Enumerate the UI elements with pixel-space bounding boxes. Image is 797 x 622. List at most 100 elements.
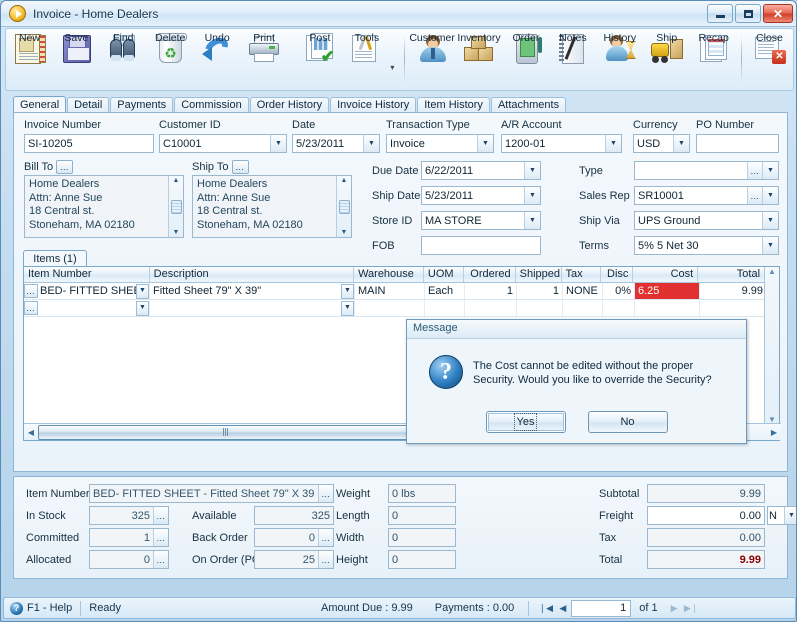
back-order-field[interactable]: 0 … [254, 528, 334, 547]
toolbar-button-ship[interactable]: Ship [643, 31, 690, 89]
toolbar-button-close[interactable]: ✕ Close [746, 31, 793, 89]
scroll-down-icon[interactable]: ▼ [173, 229, 180, 236]
type-lookup-button[interactable]: … [747, 162, 762, 179]
help-hint[interactable]: ? F1 - Help [10, 601, 72, 615]
tab-general[interactable]: General [13, 96, 67, 113]
ship-to-scrollbar[interactable]: ▲ ▼ [336, 176, 351, 237]
tools-dropdown-caret-icon[interactable]: ▾ [390, 63, 399, 72]
col-description[interactable]: Description [150, 267, 355, 282]
type-combo[interactable]: … ▼ [634, 161, 779, 180]
col-total[interactable]: Total [698, 267, 764, 282]
page-number-input[interactable]: 1 [571, 599, 632, 617]
toolbar-button-history[interactable]: History [596, 31, 643, 89]
close-button[interactable]: ✕ [763, 4, 793, 23]
bill-to-scrollbar[interactable]: ▲ ▼ [168, 176, 183, 237]
cell-shipped[interactable] [517, 300, 563, 316]
cell-total[interactable] [700, 300, 766, 316]
tab-invoice-history[interactable]: Invoice History [330, 97, 417, 113]
chevron-down-icon[interactable]: ▼ [341, 300, 354, 316]
col-item-number[interactable]: Item Number [24, 267, 150, 282]
toolbar-button-recap[interactable]: Recap [690, 31, 737, 89]
customer-id-combo[interactable]: C10001 ▼ [159, 134, 287, 153]
ar-account-combo[interactable]: 1200-01 ▼ [501, 134, 622, 153]
on-order-lookup-button[interactable]: … [318, 551, 333, 568]
scroll-right-icon[interactable]: ▶ [767, 428, 781, 437]
tab-item-history[interactable]: Item History [417, 97, 490, 113]
cell-cost[interactable]: 6.25 [635, 283, 700, 299]
chevron-down-icon[interactable]: ▼ [784, 507, 796, 524]
po-number-input[interactable] [696, 134, 779, 153]
sales-rep-lookup-button[interactable]: … [747, 187, 762, 204]
in-stock-field[interactable]: 325 … [89, 506, 169, 525]
nav-first-button[interactable]: ❘◀ [537, 603, 554, 614]
date-combo[interactable]: 5/23/2011 ▼ [292, 134, 380, 153]
table-row[interactable]: … ▼ ▼ [24, 300, 779, 317]
chevron-down-icon[interactable]: ▼ [762, 187, 778, 204]
cell-disc[interactable]: 0% [603, 283, 635, 299]
toolbar-button-print[interactable]: Print [241, 31, 288, 89]
ship-to-address[interactable]: Home Dealers Attn: Anne Sue 18 Central s… [192, 175, 352, 238]
cell-total[interactable]: 9.99 [700, 283, 766, 299]
col-shipped[interactable]: Shipped [516, 267, 562, 282]
detail-item-number-field[interactable]: BED- FITTED SHEET - Fitted Sheet 79" X 3… [89, 484, 334, 503]
freight-type-combo[interactable]: N ▼ [767, 506, 796, 525]
due-date-combo[interactable]: 6/22/2011 ▼ [421, 161, 541, 180]
sales-rep-combo[interactable]: SR10001 … ▼ [634, 186, 779, 205]
ship-via-combo[interactable]: UPS Ground ▼ [634, 211, 779, 230]
tab-order-history[interactable]: Order History [249, 97, 330, 113]
chevron-down-icon[interactable]: ▼ [762, 212, 778, 229]
table-row[interactable]: … BED- FITTED SHEE ▼ Fitted Sheet 79" X … [24, 283, 779, 300]
in-stock-lookup-button[interactable]: … [153, 507, 168, 524]
cell-cost[interactable] [635, 300, 700, 316]
cell-item-number[interactable]: … ▼ [24, 300, 150, 316]
cell-tax[interactable] [563, 300, 603, 316]
scroll-thumb[interactable] [338, 199, 350, 214]
cell-warehouse[interactable]: MAIN [355, 283, 425, 299]
chevron-down-icon[interactable]: ▼ [136, 300, 149, 316]
fob-input[interactable] [421, 236, 541, 255]
cell-uom[interactable] [425, 300, 465, 316]
ship-date-combo[interactable]: 5/23/2011 ▼ [421, 186, 541, 205]
toolbar-button-notes[interactable]: Notes [549, 31, 596, 89]
scroll-thumb[interactable] [38, 424, 413, 440]
committed-lookup-button[interactable]: … [153, 529, 168, 546]
col-tax[interactable]: Tax [562, 267, 602, 282]
cell-shipped[interactable]: 1 [517, 283, 563, 299]
nav-last-button[interactable]: ▶❘ [683, 603, 700, 614]
bill-to-address[interactable]: Home Dealers Attn: Anne Sue 18 Central s… [24, 175, 184, 238]
back-order-lookup-button[interactable]: … [318, 529, 333, 546]
scroll-up-icon[interactable]: ▲ [341, 177, 348, 184]
currency-combo[interactable]: USD ▼ [633, 134, 690, 153]
cell-tax[interactable]: NONE [563, 283, 603, 299]
chevron-down-icon[interactable]: ▼ [270, 135, 286, 152]
scroll-down-icon[interactable]: ▼ [341, 229, 348, 236]
nav-next-button[interactable]: ▶ [666, 603, 683, 614]
store-id-combo[interactable]: MA STORE ▼ [421, 211, 541, 230]
maximize-button[interactable] [735, 4, 761, 23]
chevron-down-icon[interactable]: ▼ [136, 283, 149, 299]
chevron-down-icon[interactable]: ▼ [477, 135, 493, 152]
cell-description[interactable]: Fitted Sheet 79" X 39" ▼ [150, 283, 355, 299]
toolbar-button-post[interactable]: ✔ Post [296, 31, 343, 89]
committed-field[interactable]: 1 … [89, 528, 169, 547]
toolbar-button-inventory[interactable]: Inventory [456, 31, 503, 89]
items-subtab[interactable]: Items (1) [23, 250, 87, 267]
col-warehouse[interactable]: Warehouse [354, 267, 424, 282]
yes-button[interactable]: Yes [485, 411, 566, 433]
detail-item-lookup-button[interactable]: … [318, 485, 333, 502]
minimize-button[interactable] [707, 4, 733, 23]
invoice-number-input[interactable]: SI-10205 [24, 134, 154, 153]
scroll-left-icon[interactable]: ◀ [24, 428, 38, 437]
item-lookup-button[interactable]: … [24, 284, 38, 298]
chevron-down-icon[interactable]: ▼ [524, 212, 540, 229]
scroll-up-icon[interactable]: ▲ [768, 267, 776, 276]
tab-detail[interactable]: Detail [67, 97, 110, 113]
col-cost[interactable]: Cost [633, 267, 699, 282]
toolbar-button-order[interactable]: Order [502, 31, 549, 89]
cell-warehouse[interactable] [355, 300, 425, 316]
chevron-down-icon[interactable]: ▼ [605, 135, 621, 152]
cell-uom[interactable]: Each [425, 283, 465, 299]
nav-prev-button[interactable]: ◀ [554, 603, 571, 614]
cell-ordered[interactable]: 1 [465, 283, 517, 299]
toolbar-button-save[interactable]: Save [53, 31, 100, 89]
